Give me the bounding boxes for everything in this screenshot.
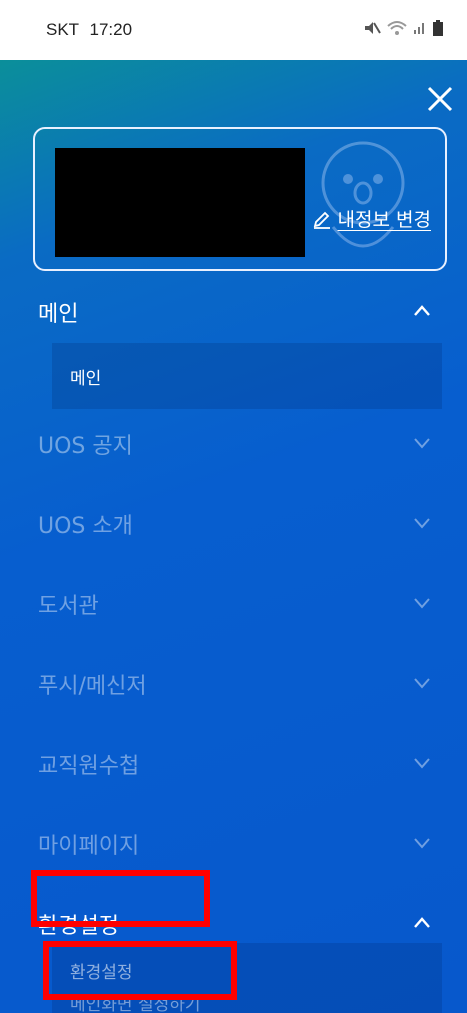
chevron-down-icon <box>414 838 430 849</box>
menu-uos-intro[interactable]: UOS 소개 <box>0 499 467 549</box>
submenu-item-main-label: 메인 <box>70 368 102 389</box>
menu-uos-intro-label: UOS 소개 <box>38 514 133 539</box>
navigation-drawer: 내정보 변경 메인 메인 UOS 공지 UOS 소개 도서관 푸시/메신저 교직… <box>0 60 467 1013</box>
submenu-item-settings[interactable]: 환경설정 <box>52 951 442 989</box>
menu-my-page-label: 마이페이지 <box>38 834 140 859</box>
chevron-down-icon <box>414 598 430 609</box>
submenu-item-settings-label: 환경설정 <box>70 962 133 983</box>
submenu-item-main-screen-setup-label: 메인화면 설정하기 <box>70 994 201 1013</box>
edit-profile-link[interactable]: 내정보 변경 <box>312 205 431 232</box>
menu-library-label: 도서관 <box>38 594 99 619</box>
menu-staff-handbook[interactable]: 교직원수첩 <box>0 739 467 789</box>
menu-settings[interactable]: 환경설정 <box>0 899 467 949</box>
submenu-item-main[interactable]: 메인 <box>52 351 442 401</box>
menu-settings-label: 환경설정 <box>38 914 119 939</box>
chevron-down-icon <box>414 678 430 689</box>
battery-icon <box>433 20 443 36</box>
submenu-settings: 환경설정 메인화면 설정하기 <box>52 943 442 1013</box>
menu-staff-handbook-label: 교직원수첩 <box>38 754 140 779</box>
menu-push-messenger-label: 푸시/메신저 <box>38 674 147 699</box>
status-icons <box>363 20 443 36</box>
mascot-icon <box>321 141 405 248</box>
clock: 17:20 <box>89 20 133 39</box>
mute-icon <box>365 22 381 34</box>
menu-main[interactable]: 메인 <box>0 287 467 337</box>
chevron-down-icon <box>414 438 430 449</box>
close-icon[interactable] <box>423 82 457 116</box>
profile-card: 내정보 변경 <box>33 127 447 271</box>
profile-info-redacted <box>55 148 305 257</box>
screen: SKT 17:20 내정보 변경 메인 메인 UOS 공지 UOS 소개 도서관… <box>0 0 467 1013</box>
carrier-label: SKT <box>46 20 79 39</box>
menu-main-label: 메인 <box>38 302 79 327</box>
menu-uos-notice-label: UOS 공지 <box>38 434 133 459</box>
signal-icon <box>414 23 424 34</box>
chevron-up-icon <box>414 917 430 928</box>
submenu-item-main-screen-setup[interactable]: 메인화면 설정하기 <box>52 987 442 1013</box>
wifi-icon <box>387 21 407 35</box>
chevron-down-icon <box>414 758 430 769</box>
chevron-down-icon <box>414 518 430 529</box>
status-bar: SKT 17:20 <box>0 0 467 60</box>
menu-my-page[interactable]: 마이페이지 <box>0 819 467 869</box>
edit-profile-label: 내정보 변경 <box>337 209 431 231</box>
chevron-up-icon <box>414 305 430 316</box>
pencil-icon <box>313 211 330 229</box>
menu-library[interactable]: 도서관 <box>0 579 467 629</box>
submenu-main: 메인 <box>52 343 442 409</box>
menu-uos-notice[interactable]: UOS 공지 <box>0 419 467 469</box>
status-left: SKT 17:20 <box>46 20 132 40</box>
menu-push-messenger[interactable]: 푸시/메신저 <box>0 659 467 709</box>
